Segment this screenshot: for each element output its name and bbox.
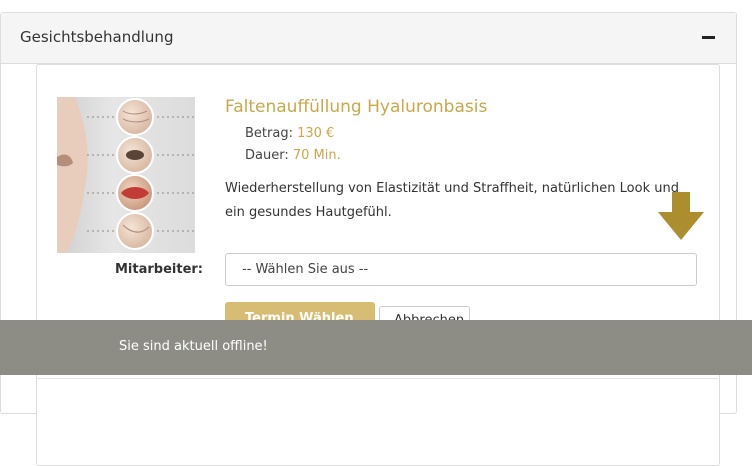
duration-value: 70 Min. (292, 148, 341, 163)
staff-label: Mitarbeiter: (115, 262, 204, 277)
service-duration: Dauer: 70 Min. (245, 148, 341, 163)
minus-icon[interactable] (702, 36, 715, 39)
duration-label: Dauer: (245, 148, 289, 163)
panel-heading[interactable]: Gesichtsbehandlung (1, 13, 736, 64)
divider (36, 378, 718, 379)
service-description: Wiederherstellung von Elastizität und St… (225, 181, 679, 220)
staff-select[interactable]: -- Wählen Sie aus -- (225, 253, 697, 286)
offline-message: Sie sind aktuell offline! (119, 339, 268, 354)
service-price: Betrag: 130 € (245, 126, 334, 141)
price-label: Betrag: (245, 126, 293, 141)
service-title: Faltenauffüllung Hyaluronbasis (225, 97, 488, 117)
price-value: 130 € (297, 126, 335, 141)
panel-title: Gesichtsbehandlung (20, 28, 174, 46)
arrow-down-icon (658, 192, 704, 240)
offline-notification: Sie sind aktuell offline! (0, 320, 752, 375)
face-treatment-image (57, 97, 195, 253)
